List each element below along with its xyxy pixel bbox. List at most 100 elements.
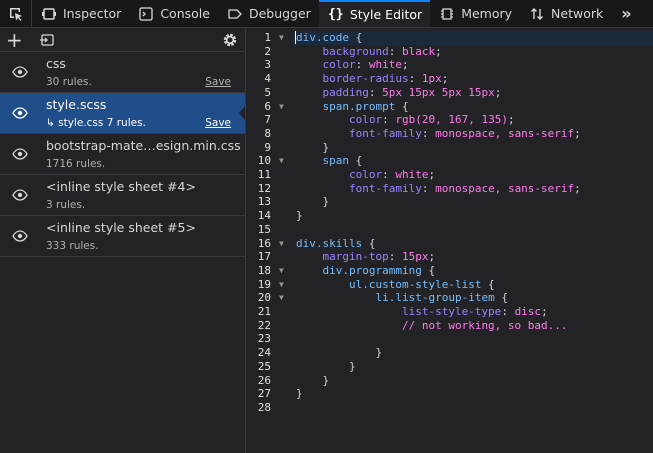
fold-arrow-icon[interactable]: ▼ (279, 237, 284, 251)
code-line: 6 ▼ span.prompt { (247, 100, 653, 114)
line-number: 8 (264, 126, 271, 140)
stylesheet-item[interactable]: bootstrap-mate…esign.min.css 1716 rules. (0, 134, 245, 175)
tab-console[interactable]: Console (129, 0, 218, 27)
eye-icon[interactable] (12, 107, 28, 119)
stylesheet-sidebar: + css 30 rules. Save style.scss ↳ style.css … (0, 28, 246, 453)
fold-arrow-icon[interactable]: ▼ (279, 264, 284, 278)
code-line: 18 ▼ div.programming { (247, 264, 653, 278)
code-text: } (296, 195, 330, 209)
stylesheet-item[interactable]: <inline style sheet #4> 3 rules. (0, 175, 245, 216)
stylesheet-rule-count: 1716 rules. (46, 158, 106, 170)
eye-icon[interactable] (12, 66, 28, 78)
fold-arrow-icon[interactable]: ▼ (279, 31, 284, 45)
code-line: 7 color: rgb(20, 167, 135); (247, 113, 653, 127)
stylesheet-name: style.scss (46, 97, 107, 112)
tab-inspector[interactable]: Inspector (32, 0, 129, 27)
fold-arrow-icon[interactable]: ▼ (279, 291, 284, 305)
code-text: color: white; (348, 168, 436, 181)
stylesheet-item[interactable]: css 30 rules. Save (0, 52, 245, 93)
code-text: } (296, 359, 356, 373)
gear-icon[interactable] (221, 31, 239, 49)
code-line: 14} (247, 209, 653, 223)
code-text: padding: 5px 15px 5px 15px; (322, 85, 502, 99)
tab-label: Style Editor (349, 7, 423, 22)
line-number: 6 (264, 99, 271, 113)
save-link[interactable]: Save (205, 117, 231, 129)
code-line: 5 padding: 5px 15px 5px 15px; (247, 86, 653, 100)
eye-icon[interactable] (12, 230, 28, 242)
code-text: li.list-group-item { (375, 291, 508, 305)
new-stylesheet-button[interactable]: + (6, 30, 26, 50)
tab-network[interactable]: Network (520, 0, 611, 27)
stylesheet-item[interactable]: style.scss ↳ style.css 7 rules. Save (0, 93, 245, 134)
stylesheet-name: <inline style sheet #4> (46, 179, 196, 194)
tab-label: Memory (461, 6, 513, 21)
stylesheet-item[interactable]: <inline style sheet #5> 333 rules. (0, 216, 245, 257)
line-number: 28 (257, 400, 271, 414)
stylesheet-name: bootstrap-mate…esign.min.css (46, 138, 241, 153)
line-number: 1 (264, 31, 271, 44)
line-number: 9 (264, 140, 271, 154)
tab-memory[interactable]: Memory (430, 0, 520, 27)
stylesheet-rule-count: ↳ style.css 7 rules. (46, 117, 146, 129)
import-icon[interactable] (40, 33, 54, 46)
code-text: } (296, 346, 383, 360)
code-text: span.prompt { (322, 99, 409, 113)
code-text: color: rgb(20, 167, 135); (348, 113, 515, 127)
style-editor-icon: {} (327, 7, 344, 22)
line-number: 3 (264, 58, 271, 72)
code-line: 10 ▼ span { (247, 154, 653, 168)
code-line: 3 color: white; (247, 58, 653, 72)
code-text: // not working, so bad... (401, 318, 568, 332)
code-line: 4 border-radius: 1px; (247, 72, 653, 86)
eye-icon[interactable] (12, 189, 28, 201)
fold-arrow-icon[interactable]: ▼ (279, 100, 284, 114)
line-number: 20 (257, 291, 271, 305)
code-text: margin-top: 15px; (322, 250, 436, 264)
code-line: 21 list-style-type: disc; (247, 305, 653, 319)
eye-icon[interactable] (12, 148, 28, 160)
code-line: 28 (247, 401, 653, 415)
code-line: 19 ▼ ul.custom-style-list { (247, 278, 653, 292)
stylesheet-rule-count: 30 rules. (46, 76, 92, 88)
tab-debugger[interactable]: Debugger (218, 0, 319, 27)
tab-label: Inspector (63, 6, 122, 21)
fold-arrow-icon[interactable]: ▼ (279, 278, 284, 292)
element-picker-button[interactable] (0, 0, 32, 27)
tab-style-editor[interactable]: {} Style Editor (318, 0, 431, 27)
code-text: } (296, 373, 330, 387)
sidebar-toolbar: + (0, 28, 245, 52)
code-line: 2 background: black; (247, 45, 653, 59)
line-number: 18 (257, 263, 271, 277)
line-number: 10 (257, 154, 271, 168)
console-icon (137, 5, 155, 23)
debugger-icon (226, 5, 244, 23)
stylesheet-rule-count: 3 rules. (46, 199, 86, 211)
code-line: 16 ▼ div.skills { (247, 237, 653, 251)
fold-arrow-icon[interactable]: ▼ (279, 154, 284, 168)
line-number: 13 (257, 195, 271, 209)
line-number: 11 (257, 168, 271, 181)
code-text: div.skills { (296, 236, 376, 250)
code-line: 27} (247, 387, 653, 401)
code-line: 20 ▼ li.list-group-item { (247, 291, 653, 305)
code-line: 25 } (247, 360, 653, 374)
code-text: } (296, 209, 303, 223)
line-number: 23 (257, 332, 271, 346)
code-editor[interactable]: 1 ▼ div.code {2 background: black; 3 color:… (247, 28, 653, 453)
code-line: 24 } (247, 346, 653, 360)
code-line: 11 color: white; (247, 168, 653, 182)
more-tools-button[interactable]: » (615, 0, 637, 27)
network-icon (528, 5, 546, 23)
code-text: font-family: monospace, sans-serif; (348, 181, 581, 195)
line-number: 24 (257, 346, 271, 360)
element-picker-icon (9, 7, 22, 21)
line-number: 19 (257, 277, 271, 291)
line-number: 17 (257, 250, 271, 264)
code-line: 23 (247, 332, 653, 346)
line-number: 4 (264, 72, 271, 86)
code-text: border-radius: 1px; (322, 72, 449, 86)
line-number: 5 (264, 85, 271, 99)
line-number: 21 (257, 305, 271, 318)
save-link[interactable]: Save (205, 76, 231, 88)
